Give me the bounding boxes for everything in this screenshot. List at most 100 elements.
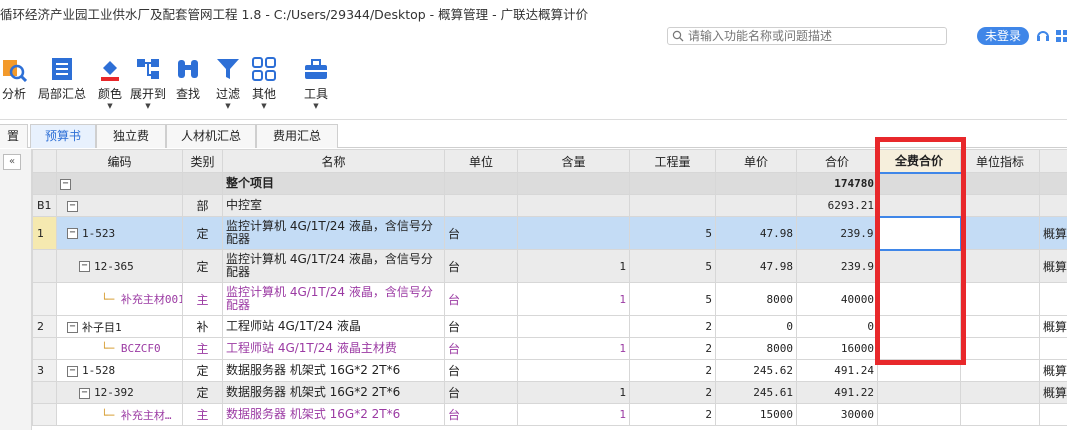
- type-cell[interactable]: 定: [182, 216, 223, 250]
- type-cell[interactable]: 定: [182, 381, 223, 404]
- header-name[interactable]: 名称: [222, 149, 445, 173]
- quantity-cell[interactable]: 2: [629, 315, 716, 338]
- content-cell[interactable]: [517, 216, 630, 250]
- code-cell[interactable]: −12-392: [56, 381, 183, 404]
- name-cell[interactable]: 数据服务器 机架式 16G*2 2T*6: [222, 381, 445, 404]
- unit-indicator-cell[interactable]: [960, 216, 1040, 250]
- full-cost-cell[interactable]: [877, 359, 961, 382]
- content-cell[interactable]: [517, 172, 630, 195]
- header-code[interactable]: 编码: [56, 149, 183, 173]
- row-index-cell[interactable]: [32, 282, 57, 316]
- table-row[interactable]: −12-392 定 数据服务器 机架式 16G*2 2T*6 台 1 2 245.61 491…: [32, 381, 1067, 404]
- tree-collapse-toggle[interactable]: −: [67, 365, 78, 377]
- take-cell[interactable]: [1039, 403, 1067, 426]
- unit-price-cell[interactable]: 245.62: [715, 359, 797, 382]
- table-row[interactable]: 2 − 补子目1 补 工程师站 4G/1T/24 液晶 台 2 0 0 概算: [32, 315, 1067, 338]
- table-row[interactable]: 3 −1-528 定 数据服务器 机架式 16G*2 2T*6 台 2 245.62 491.…: [32, 359, 1067, 382]
- code-cell[interactable]: └─ 补充主材…: [56, 403, 183, 426]
- tree-collapse-toggle[interactable]: −: [67, 200, 78, 212]
- take-cell[interactable]: [1039, 172, 1067, 195]
- take-cell[interactable]: 概算: [1039, 249, 1067, 283]
- unit-cell[interactable]: 台: [444, 403, 518, 426]
- content-cell[interactable]: [517, 194, 630, 217]
- unit-cell[interactable]: [444, 172, 518, 195]
- quantity-cell[interactable]: 2: [629, 381, 716, 404]
- header-take[interactable]: 取: [1039, 149, 1067, 173]
- unit-cell[interactable]: 台: [444, 359, 518, 382]
- unit-price-cell[interactable]: 8000: [715, 337, 797, 360]
- full-cost-cell[interactable]: [877, 172, 961, 195]
- full-cost-cell[interactable]: [877, 403, 961, 426]
- unit-cell[interactable]: 台: [444, 315, 518, 338]
- code-cell[interactable]: −1-528: [56, 359, 183, 382]
- full-cost-cell[interactable]: [877, 194, 961, 217]
- code-cell[interactable]: └─ 补充主材001: [56, 282, 183, 316]
- quantity-cell[interactable]: 5: [629, 282, 716, 316]
- unit-indicator-cell[interactable]: [960, 315, 1040, 338]
- code-cell[interactable]: └─ BCZCF0: [56, 337, 183, 360]
- ribbon-other-button[interactable]: 其他 ▼: [248, 52, 280, 112]
- full-cost-cell[interactable]: [877, 337, 961, 360]
- row-index-cell[interactable]: [32, 381, 57, 404]
- unit-cell[interactable]: 台: [444, 381, 518, 404]
- table-row[interactable]: 1 −1-523 定 监控计算机 4G/1T/24 液晶，含信号分配器台 5 47.98 2…: [32, 215, 1067, 251]
- code-cell[interactable]: −1-523: [56, 216, 183, 250]
- table-row[interactable]: B1 − 部 中控室 6293.21: [32, 194, 1067, 217]
- take-cell[interactable]: 概算: [1039, 216, 1067, 250]
- login-button[interactable]: 未登录: [977, 27, 1029, 45]
- type-cell[interactable]: 定: [182, 249, 223, 283]
- full-cost-cell[interactable]: [877, 381, 961, 404]
- name-cell[interactable]: 监控计算机 4G/1T/24 液晶，含信号分配器: [222, 249, 445, 283]
- quantity-cell[interactable]: 2: [629, 403, 716, 426]
- unit-indicator-cell[interactable]: [960, 403, 1040, 426]
- take-cell[interactable]: 概算: [1039, 381, 1067, 404]
- type-cell[interactable]: 主: [182, 282, 223, 316]
- take-cell[interactable]: [1039, 337, 1067, 360]
- unit-cell[interactable]: 台: [444, 282, 518, 316]
- quantity-cell[interactable]: 5: [629, 216, 716, 250]
- row-index-cell[interactable]: 2: [32, 315, 57, 338]
- tree-collapse-toggle[interactable]: −: [60, 178, 71, 190]
- collapse-panel-button[interactable]: «: [3, 154, 21, 170]
- row-index-cell[interactable]: 3: [32, 359, 57, 382]
- unit-price-cell[interactable]: [715, 194, 797, 217]
- total-price-cell[interactable]: 16000: [796, 337, 878, 360]
- header-type[interactable]: 类别: [182, 149, 223, 173]
- code-cell[interactable]: −: [56, 172, 183, 195]
- feature-search-box[interactable]: [667, 27, 947, 45]
- code-cell[interactable]: −: [56, 194, 183, 217]
- unit-indicator-cell[interactable]: [960, 337, 1040, 360]
- tree-collapse-toggle[interactable]: −: [67, 322, 78, 333]
- content-cell[interactable]: 1: [517, 337, 630, 360]
- ribbon-filter-button[interactable]: 过滤 ▼: [212, 52, 244, 112]
- total-price-cell[interactable]: 491.22: [796, 381, 878, 404]
- row-index-cell[interactable]: [32, 172, 57, 195]
- unit-indicator-cell[interactable]: [960, 172, 1040, 195]
- unit-price-cell[interactable]: 15000: [715, 403, 797, 426]
- tree-collapse-toggle[interactable]: −: [79, 387, 90, 399]
- content-cell[interactable]: 1: [517, 249, 630, 283]
- unit-price-cell[interactable]: 47.98: [715, 216, 797, 250]
- total-price-cell[interactable]: 30000: [796, 403, 878, 426]
- full-cost-cell[interactable]: [876, 215, 962, 251]
- total-price-cell[interactable]: 40000: [796, 282, 878, 316]
- row-index-cell[interactable]: B1: [32, 194, 57, 217]
- content-cell[interactable]: [517, 359, 630, 382]
- row-index-cell[interactable]: [32, 249, 57, 283]
- total-price-cell[interactable]: 491.24: [796, 359, 878, 382]
- tab-budget-book[interactable]: 预算书: [30, 124, 96, 148]
- full-cost-cell[interactable]: [877, 315, 961, 338]
- name-cell[interactable]: 中控室: [222, 194, 445, 217]
- unit-indicator-cell[interactable]: [960, 194, 1040, 217]
- name-cell[interactable]: 监控计算机 4G/1T/24 液晶，含信号分配器: [222, 216, 445, 250]
- take-cell[interactable]: 概算: [1039, 315, 1067, 338]
- type-cell[interactable]: 部: [182, 194, 223, 217]
- total-price-cell[interactable]: 6293.21: [796, 194, 878, 217]
- content-cell[interactable]: 1: [517, 282, 630, 316]
- total-price-cell[interactable]: 239.9: [796, 249, 878, 283]
- total-price-cell[interactable]: 239.9: [796, 216, 878, 250]
- name-cell[interactable]: 数据服务器 机架式 16G*2 2T*6: [222, 359, 445, 382]
- tab-independent-fee[interactable]: 独立费: [96, 124, 166, 148]
- tab-fee-summary[interactable]: 费用汇总: [256, 124, 338, 148]
- quantity-cell[interactable]: [629, 172, 716, 195]
